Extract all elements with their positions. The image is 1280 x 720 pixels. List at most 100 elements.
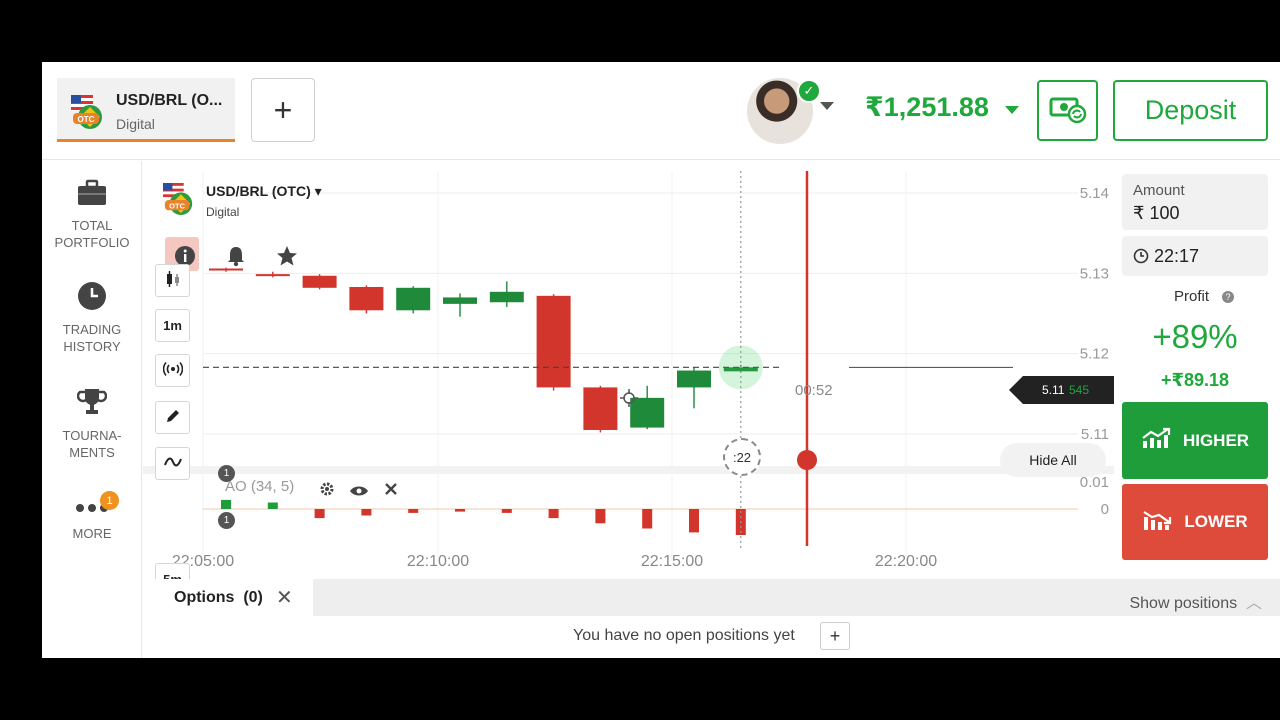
y-tick-label: 5.12 (1080, 346, 1109, 363)
higher-label: HIGHER (1182, 430, 1250, 450)
x-tick-label: 22:20:00 (875, 553, 937, 570)
candlestick-icon (164, 270, 182, 291)
ao-bar (267, 502, 278, 509)
candle-body (583, 387, 618, 430)
timeframe-1m-button[interactable]: 1m (155, 309, 190, 342)
price-chart[interactable]: 5.145.135.125.110.01022:05:00 22:10:00 22:… (143, 161, 1114, 579)
clock-icon (1133, 248, 1149, 269)
profit-amount: +₹89.18 (1160, 370, 1230, 390)
show-positions-button[interactable]: Show positions ︿ (1129, 589, 1262, 613)
top-bar: OTC USD/BRL (O... Digital + ✓ ₹1,251.88 (42, 62, 1280, 160)
ao-bar (314, 509, 325, 519)
clock-icon (42, 281, 142, 315)
sidebar-item-tournaments[interactable]: TOURNA- MENTS (42, 387, 142, 461)
asset-tab-type: Digital (116, 116, 155, 132)
indicators-badge: 1 (218, 512, 235, 529)
sidebar-item-more[interactable]: MORE (42, 501, 142, 542)
ao-bar (408, 509, 419, 513)
candle-body (349, 286, 384, 311)
ao-panel-separator (143, 466, 1114, 474)
hide-all-button[interactable]: Hide All (1000, 443, 1106, 477)
candle-body (302, 275, 337, 288)
close-icon[interactable]: ✕ (276, 585, 293, 610)
candle-body (443, 297, 477, 304)
sidebar-item-trading-history[interactable]: TRADING HISTORY (42, 281, 142, 355)
options-tab-label: Options (0) (174, 589, 263, 606)
expiry-time-value: 22:17 (1154, 246, 1200, 266)
bell-icon[interactable] (225, 245, 247, 272)
ao-bar (221, 499, 231, 509)
amount-label: Amount (1133, 182, 1185, 199)
ao-bar (689, 509, 699, 533)
ao-bar (595, 509, 606, 524)
sidebar-item-label: TOURNA- MENTS (62, 428, 122, 460)
drawing-tools-button[interactable] (155, 401, 190, 434)
profit-label: Profit (1174, 288, 1210, 305)
chart-type-button[interactable] (155, 264, 190, 297)
lower-label: LOWER (1184, 512, 1248, 531)
empty-positions-text: You have no open positions yet (573, 627, 795, 644)
add-position-button[interactable]: + (820, 622, 850, 650)
tab-options[interactable]: Options (0) ✕ (143, 579, 313, 616)
candle-body (536, 295, 571, 388)
asset-tab[interactable]: OTC USD/BRL (O... Digital (57, 78, 235, 142)
amount-field[interactable]: Amount ₹ 100 (1122, 174, 1268, 230)
current-price-suffix: 545 (1069, 383, 1090, 397)
candle-body (396, 287, 431, 311)
more-icon (42, 501, 142, 519)
higher-button[interactable]: HIGHER (1122, 402, 1268, 479)
current-price-tag: 5.11 545 (1009, 376, 1114, 404)
ao-indicator-label: AO (34, 5) (225, 478, 295, 495)
usd-brl-otc-flag-icon: OTC (71, 95, 105, 134)
expiry-time-field[interactable]: 22:17 (1122, 236, 1268, 276)
sidebar-item-total-portfolio[interactable]: TOTAL PORTFOLIO (42, 179, 142, 251)
positions-empty-state: You have no open positions yet + (143, 616, 1280, 658)
chart-area[interactable]: 5.14 5.13 5.12 5.11 0.01 0 22:05:00 22:10:00 22:… (143, 161, 1114, 596)
countdown-timer: :22 (723, 438, 761, 476)
verified-check-icon: ✓ (797, 79, 821, 103)
profile-caret-icon[interactable] (820, 102, 834, 110)
wave-icon (163, 455, 182, 472)
sidebar-item-label: TRADING HISTORY (62, 322, 122, 354)
amount-value: ₹ 100 (1133, 203, 1180, 223)
usd-brl-otc-flag-icon: OTC (163, 183, 195, 220)
ao-bar (501, 509, 512, 513)
deposit-button[interactable]: Deposit (1113, 80, 1268, 141)
help-icon[interactable]: ? (1222, 291, 1234, 303)
trend-down-icon (1142, 509, 1184, 536)
asset-tab-name: USD/BRL (O... (116, 92, 223, 109)
indicators-button[interactable] (155, 447, 190, 480)
expiry-flag-icon (797, 450, 817, 470)
more-notification-badge: 1 (100, 491, 119, 510)
crosshair-icon[interactable] (620, 389, 638, 412)
y-tick-label: 5.14 (1080, 185, 1109, 202)
balance-caret-icon[interactable] (1005, 106, 1019, 114)
svg-text:OTC: OTC (78, 115, 95, 124)
candle-body (677, 370, 711, 388)
sidebar: TOTAL PORTFOLIO TRADING HISTORY TOURNA- … (42, 161, 142, 658)
cashier-button[interactable] (1037, 80, 1098, 141)
chart-asset-type: Digital (206, 205, 240, 219)
close-indicator-icon[interactable] (384, 482, 398, 501)
x-tick-label: 22:15:00 (641, 553, 703, 570)
ao-bar (642, 509, 653, 529)
lower-button[interactable]: LOWER (1122, 484, 1268, 560)
star-icon[interactable] (276, 245, 298, 272)
broadcast-icon (162, 361, 183, 380)
pencil-icon (165, 408, 181, 427)
ao-bar (361, 509, 372, 516)
live-signal-button[interactable] (155, 354, 190, 387)
y-tick-label: 5.11 (1081, 426, 1109, 443)
add-asset-tab-button[interactable]: + (251, 78, 315, 142)
sidebar-item-label: MORE (72, 526, 112, 541)
trophy-icon (42, 387, 142, 421)
profit-percent: +89% (1152, 318, 1238, 355)
positions-bar: Options (0) ✕ Show positions ︿ (143, 579, 1280, 616)
trend-up-icon (1141, 427, 1183, 454)
gear-icon[interactable] (319, 481, 335, 502)
y-tick-label: 5.13 (1080, 265, 1109, 282)
eye-icon[interactable] (349, 484, 369, 502)
ao-tick-label: 0 (1101, 501, 1109, 518)
sidebar-item-label: TOTAL PORTFOLIO (54, 218, 130, 250)
account-balance[interactable]: ₹1,251.88 (865, 92, 989, 123)
